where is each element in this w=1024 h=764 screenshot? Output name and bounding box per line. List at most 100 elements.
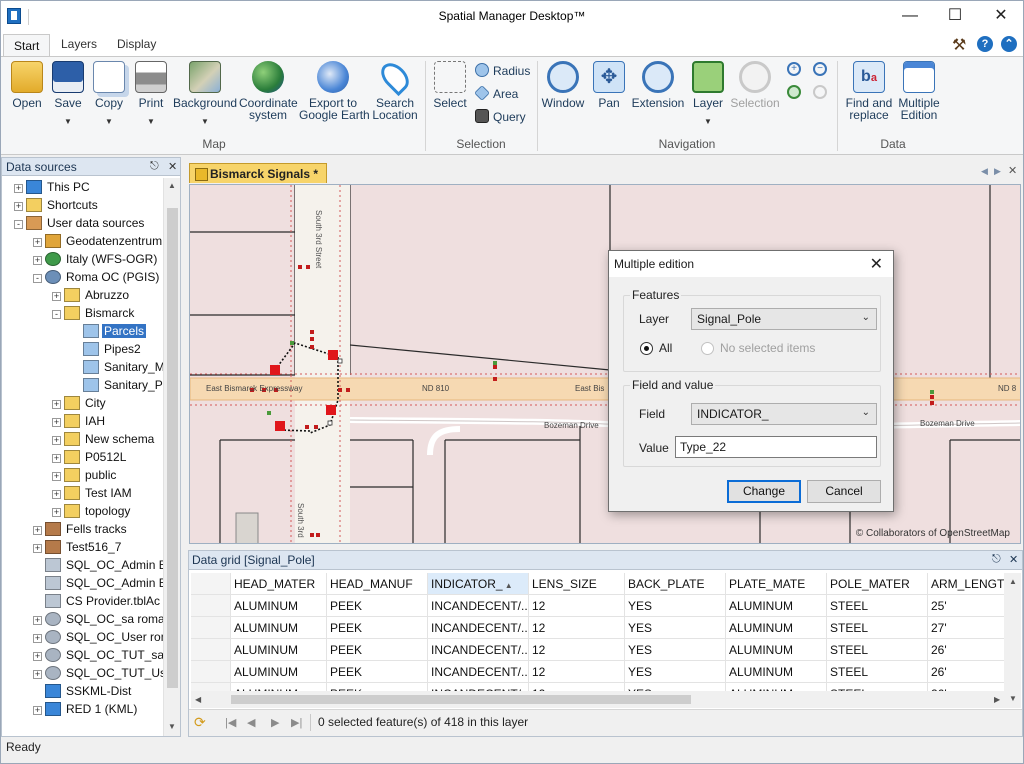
row-header[interactable] — [191, 617, 231, 639]
expand-icon[interactable]: + — [52, 292, 61, 301]
table-cell[interactable]: STEEL — [827, 617, 928, 639]
expand-icon[interactable]: + — [33, 544, 42, 553]
expand-icon[interactable]: + — [33, 670, 42, 679]
selection-zoom-button[interactable]: Selection — [730, 61, 780, 109]
tree-item[interactable]: + Italy (WFS-OGR) — [33, 252, 159, 270]
table-cell[interactable]: ALUMINUM — [231, 639, 327, 661]
table-cell[interactable]: STEEL — [827, 639, 928, 661]
chevron-down-icon[interactable]: ▼ — [173, 117, 237, 126]
export-google-earth-button[interactable]: Export to Google Earth — [299, 61, 370, 121]
tab-bismarck-signals[interactable]: Bismarck Signals * — [189, 163, 328, 183]
map-view[interactable]: South 3rd Street South 3rd East Bismarck… — [189, 184, 1021, 544]
expand-icon[interactable]: + — [52, 418, 61, 427]
tree-item[interactable]: - User data sources — [14, 216, 146, 234]
query-button[interactable]: Query — [475, 109, 526, 124]
zoom-out-icon[interactable]: − — [813, 62, 827, 76]
tab-scroll-right-icon[interactable]: ▶ — [994, 166, 1001, 177]
close-window-button[interactable]: ✕ — [978, 1, 1024, 32]
collapse-icon[interactable]: - — [52, 310, 61, 319]
table-cell[interactable]: INCANDECENT/... — [428, 661, 529, 683]
expand-icon[interactable]: + — [33, 238, 42, 247]
expand-icon[interactable]: + — [52, 472, 61, 481]
next-record-icon[interactable]: ▶ — [271, 716, 279, 729]
table-cell[interactable]: STEEL — [827, 595, 928, 617]
tree-item[interactable]: + Fells tracks — [33, 522, 129, 540]
background-button[interactable]: Background ▼ — [173, 61, 237, 126]
column-header[interactable]: ARM_LENGT — [928, 573, 1006, 595]
table-cell[interactable]: ALUMINUM — [726, 639, 827, 661]
table-cell[interactable]: 26' — [928, 639, 1006, 661]
tools-icon[interactable]: ⚒ — [952, 35, 966, 55]
tree-item[interactable]: - Roma OC (PGIS) — [33, 270, 161, 288]
coordinate-system-button[interactable]: Coordinate system — [239, 61, 298, 121]
last-record-icon[interactable]: ▶| — [291, 716, 302, 729]
tree-item[interactable]: + SQL_OC_User ron — [33, 630, 164, 648]
table-cell[interactable]: ALUMINUM — [726, 617, 827, 639]
table-cell[interactable]: YES — [625, 595, 726, 617]
chevron-down-icon[interactable]: ▼ — [133, 117, 169, 126]
zoom-in-icon[interactable]: + — [787, 62, 801, 76]
window-zoom-button[interactable]: Window — [541, 61, 585, 109]
collapse-icon[interactable]: - — [14, 220, 23, 229]
tree-item[interactable]: + SQL_OC_sa roma — [33, 612, 164, 630]
scroll-thumb[interactable] — [231, 695, 691, 704]
table-cell[interactable]: YES — [625, 639, 726, 661]
refresh-icon[interactable]: ⟳ — [194, 714, 206, 731]
expand-icon[interactable]: + — [52, 454, 61, 463]
print-button[interactable]: Print ▼ — [133, 61, 169, 126]
column-header[interactable]: BACK_PLATE — [625, 573, 726, 595]
table-cell[interactable]: INCANDECENT/... — [428, 639, 529, 661]
tree-item[interactable]: + Geodatenzentrum — [33, 234, 164, 252]
table-cell[interactable]: PEEK — [327, 639, 428, 661]
tab-display[interactable]: Display — [117, 37, 156, 51]
table-cell[interactable]: INCANDECENT/... — [428, 617, 529, 639]
table-cell[interactable]: PEEK — [327, 617, 428, 639]
all-radio[interactable] — [640, 342, 653, 355]
expand-icon[interactable]: + — [33, 256, 42, 265]
open-button[interactable]: Open — [9, 61, 45, 109]
expand-icon[interactable]: + — [52, 400, 61, 409]
tree-item[interactable]: + SQL_OC_TUT_sa r — [33, 648, 164, 666]
tree-item[interactable]: + P0512L — [52, 450, 128, 468]
scroll-down-icon[interactable]: ▼ — [1009, 694, 1017, 703]
tree-item[interactable]: + City — [52, 396, 108, 414]
tree-item[interactable]: - Bismarck — [52, 306, 136, 324]
close-panel-icon[interactable]: ✕ — [168, 160, 177, 173]
column-header[interactable]: PLATE_MATE — [726, 573, 827, 595]
table-cell[interactable]: 25' — [928, 595, 1006, 617]
vertical-scrollbar[interactable]: ▲ ▼ — [163, 178, 180, 736]
pin-icon[interactable]: ⎋ — [992, 553, 1001, 566]
expand-icon[interactable]: + — [52, 490, 61, 499]
grid-vertical-scrollbar[interactable]: ▲ ▼ — [1004, 573, 1021, 708]
tree-item[interactable]: SQL_OC_Admin E — [33, 576, 164, 594]
grid-table[interactable]: HEAD_MATER HEAD_MANUF INDICATOR_ ▲ LENS_SIZ… — [191, 573, 1006, 707]
scroll-up-icon[interactable]: ▲ — [1009, 577, 1017, 586]
row-header[interactable] — [191, 639, 231, 661]
table-cell[interactable]: ALUMINUM — [726, 595, 827, 617]
column-header[interactable]: LENS_SIZE — [529, 573, 625, 595]
tree-item[interactable]: SSKML-Dist — [33, 684, 133, 702]
zoom-next-icon[interactable] — [813, 85, 827, 99]
tree-item[interactable]: Parcels — [71, 324, 147, 342]
chevron-down-icon[interactable]: ▼ — [50, 117, 86, 126]
table-cell[interactable]: 12 — [529, 639, 625, 661]
tree-item[interactable]: Pipes2 — [71, 342, 143, 360]
collapse-icon[interactable]: - — [33, 274, 42, 283]
tree-item[interactable]: + Shortcuts — [14, 198, 100, 216]
tree-item[interactable]: + SQL_OC_TUT_Use — [33, 666, 164, 684]
tree-item[interactable]: + Abruzzo — [52, 288, 131, 306]
table-cell[interactable]: ALUMINUM — [231, 595, 327, 617]
maximize-button[interactable]: ☐ — [932, 1, 978, 32]
first-record-icon[interactable]: |◀ — [225, 716, 236, 729]
cancel-button[interactable]: Cancel — [807, 480, 881, 503]
no-selected-radio[interactable] — [701, 342, 714, 355]
field-select[interactable]: INDICATOR_ ⌄ — [691, 403, 877, 425]
expand-icon[interactable]: + — [33, 526, 42, 535]
pin-icon[interactable]: ⎋ — [150, 160, 159, 173]
table-cell[interactable]: 26' — [928, 661, 1006, 683]
expand-icon[interactable]: + — [33, 652, 42, 661]
table-cell[interactable]: 12 — [529, 595, 625, 617]
expand-icon[interactable]: + — [14, 202, 23, 211]
table-cell[interactable]: PEEK — [327, 661, 428, 683]
pan-button[interactable]: ✥ Pan — [593, 61, 625, 109]
